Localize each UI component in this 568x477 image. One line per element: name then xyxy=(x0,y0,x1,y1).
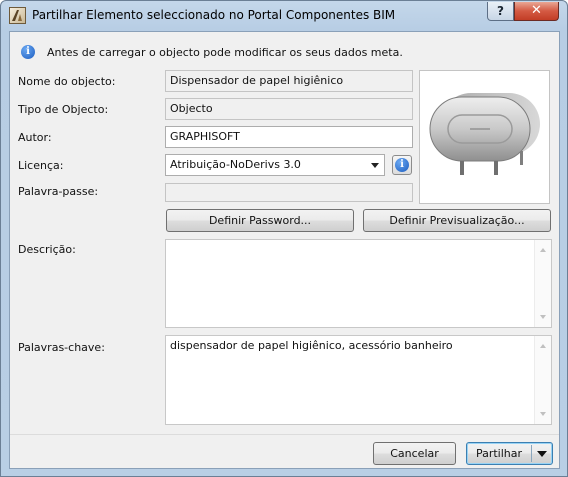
close-button[interactable]: ✕ xyxy=(514,2,559,21)
window-title: Partilhar Elemento seleccionado no Porta… xyxy=(32,8,396,22)
password-field xyxy=(165,183,413,202)
help-button[interactable]: ? xyxy=(487,2,514,21)
object-name-field: Dispensador de papel higiênico xyxy=(165,70,413,92)
keywords-label: Palavras-chave: xyxy=(18,341,105,354)
archicad-icon xyxy=(9,7,26,24)
info-icon: i xyxy=(21,45,35,59)
keywords-textarea[interactable]: dispensador de papel higiênico, acessóri… xyxy=(165,335,552,425)
keywords-text: dispensador de papel higiênico, acessóri… xyxy=(170,339,453,352)
share-split-button[interactable]: Partilhar xyxy=(466,442,553,465)
object-type-field: Objecto xyxy=(165,98,413,120)
license-label: Licença: xyxy=(18,159,64,172)
cancel-button[interactable]: Cancelar xyxy=(373,442,456,465)
object-type-label: Tipo de Objecto: xyxy=(18,103,109,116)
dialog-window: Partilhar Elemento seleccionado no Porta… xyxy=(0,0,568,477)
scroll-up-icon[interactable] xyxy=(540,344,546,348)
description-textarea[interactable] xyxy=(165,239,552,328)
password-label: Palavra-passe: xyxy=(18,185,99,198)
share-button[interactable]: Partilhar xyxy=(467,443,531,464)
description-label: Descrição: xyxy=(18,243,76,256)
set-password-button[interactable]: Definir Password... xyxy=(166,209,354,232)
keywords-scrollbar[interactable] xyxy=(534,336,551,424)
dialog-client-area: i Antes de carregar o objecto pode modif… xyxy=(9,31,560,469)
scroll-down-icon[interactable] xyxy=(540,315,546,319)
share-dropdown-button[interactable] xyxy=(532,443,552,464)
license-info-button[interactable]: i xyxy=(392,155,412,175)
author-field[interactable]: GRAPHISOFT xyxy=(165,126,413,148)
author-label: Autor: xyxy=(18,131,52,144)
scroll-up-icon[interactable] xyxy=(540,248,546,252)
scroll-down-icon[interactable] xyxy=(540,412,546,416)
license-dropdown[interactable]: Atribuição-NoDerivs 3.0 xyxy=(165,154,385,176)
footer-separator xyxy=(10,434,559,435)
object-name-label: Nome do objecto: xyxy=(18,75,116,88)
chevron-down-icon xyxy=(371,163,379,168)
description-scrollbar[interactable] xyxy=(534,240,551,327)
license-selected-value: Atribuição-NoDerivs 3.0 xyxy=(170,158,301,171)
title-bar[interactable]: Partilhar Elemento seleccionado no Porta… xyxy=(1,1,567,30)
set-preview-button[interactable]: Definir Previsualização... xyxy=(363,209,551,232)
chevron-down-icon xyxy=(537,451,547,457)
info-message: Antes de carregar o objecto pode modific… xyxy=(47,46,403,59)
info-icon: i xyxy=(395,158,409,172)
object-preview-image xyxy=(419,70,550,204)
